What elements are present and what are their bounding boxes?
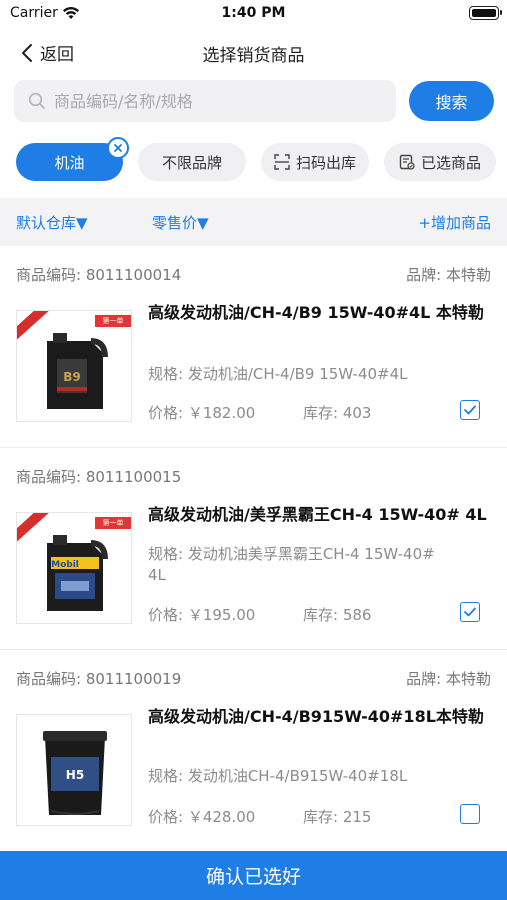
checkmark-icon (464, 405, 476, 415)
product-brand: 品牌: 本特勒 (406, 670, 491, 688)
product-code: 商品编码: 8011100015 (16, 468, 182, 486)
chip-selected-label: 已选商品 (420, 153, 481, 172)
filter-chips: 机油 不限品牌 扫码出库 已选商品 (16, 137, 496, 181)
product-image: 第一单 B9 (16, 310, 132, 422)
price-type-dropdown[interactable]: 零售价▼ (152, 212, 209, 233)
chip-oil-label: 机油 (54, 153, 85, 172)
product-card[interactable]: 商品编码: 8011100019 品牌: 本特勒 H5 高级发动机油/CH-4/… (0, 650, 507, 851)
product-name: 高级发动机油/CH-4/B9 15W-40#4L 本特勒 (148, 303, 484, 322)
warehouse-dropdown[interactable]: 默认仓库▼ (16, 212, 88, 233)
search-icon (28, 92, 45, 109)
promo-tag: 第一单 (95, 517, 131, 529)
product-image-label: H5 (66, 768, 84, 782)
list-check-icon (399, 154, 415, 170)
product-stock: 库存: 215 (303, 808, 372, 826)
confirm-selection-button[interactable]: 确认已选好 (0, 851, 507, 900)
product-price: 价格: ￥195.00 (148, 606, 256, 624)
chip-oil[interactable]: 机油 (16, 137, 129, 181)
status-bar: Carrier 1:40 PM (0, 0, 507, 28)
product-stock: 库存: 403 (303, 404, 372, 422)
product-image: 第一单 Mobil (16, 512, 132, 624)
search-box (14, 80, 396, 122)
product-image: H5 (16, 714, 132, 826)
oil-jug-icon: B9 (47, 333, 108, 409)
select-checkbox[interactable] (460, 804, 480, 824)
product-image-label: Mobil (51, 560, 79, 570)
page-title: 选择销货商品 (202, 46, 305, 66)
select-checkbox[interactable] (460, 400, 480, 420)
chip-scan-out[interactable]: 扫码出库 (261, 143, 369, 181)
product-name: 高级发动机油/CH-4/B915W-40#18L本特勒 (148, 707, 484, 726)
chip-any-brand-label: 不限品牌 (161, 153, 222, 172)
product-code: 商品编码: 8011100019 (16, 670, 182, 688)
chip-scan-label: 扫码出库 (295, 153, 356, 172)
oil-jug-icon: Mobil (47, 535, 108, 611)
product-spec: 规格: 发动机油CH-4/B915W-40#18L (148, 767, 408, 785)
product-card[interactable]: 商品编码: 8011100014 品牌: 本特勒 第一单 B9 高级发动机油/C… (0, 246, 507, 448)
search-button[interactable]: 搜索 (409, 81, 494, 121)
product-stock: 库存: 586 (303, 606, 372, 624)
sort-filter-bar: 默认仓库▼ 零售价▼ +增加商品 (0, 198, 507, 246)
search-row: 搜索 (14, 80, 494, 122)
close-icon[interactable] (107, 137, 129, 159)
product-spec: 规格: 发动机油美孚黑霸王CH-4 15W-40# 4L (148, 545, 435, 584)
nav-bar: 返回 选择销货商品 (0, 32, 507, 74)
promo-tag: 第一单 (95, 315, 131, 327)
oil-bucket-icon: H5 (43, 731, 107, 815)
product-image-label: B9 (63, 370, 81, 384)
chip-selected-items[interactable]: 已选商品 (384, 143, 496, 181)
chip-any-brand[interactable]: 不限品牌 (138, 143, 246, 181)
product-name: 高级发动机油/美孚黑霸王CH-4 15W-40# 4L (148, 505, 487, 524)
clock: 1:40 PM (221, 5, 286, 21)
search-input[interactable] (54, 91, 374, 111)
scan-icon (274, 154, 290, 170)
select-checkbox[interactable] (460, 602, 480, 622)
product-code: 商品编码: 8011100014 (16, 266, 182, 284)
product-price: 价格: ￥428.00 (148, 808, 256, 826)
product-spec: 规格: 发动机油/CH-4/B9 15W-40#4L (148, 365, 408, 383)
add-product-link[interactable]: +增加商品 (418, 212, 491, 233)
product-card[interactable]: 商品编码: 8011100015 第一单 Mobil 高级发动机油/美孚黑霸王C… (0, 448, 507, 650)
battery-icon (469, 6, 502, 20)
product-price: 价格: ￥182.00 (148, 404, 256, 422)
product-brand: 品牌: 本特勒 (406, 266, 491, 284)
checkmark-icon (464, 607, 476, 617)
